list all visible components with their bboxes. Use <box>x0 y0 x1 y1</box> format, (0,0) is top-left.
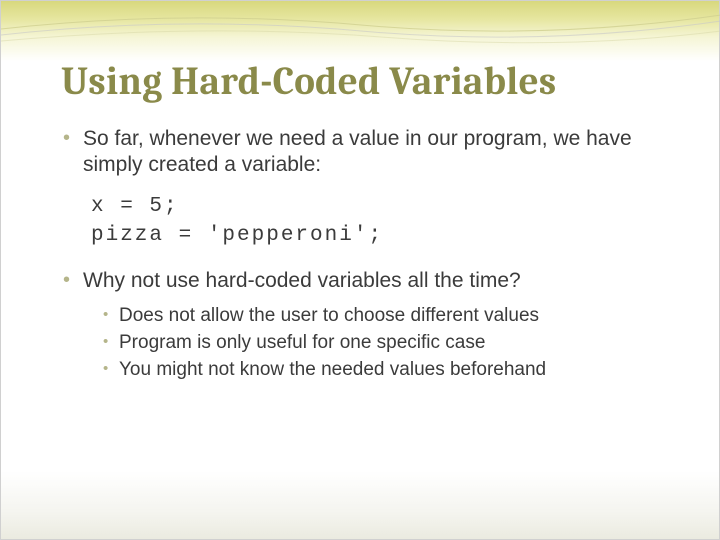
code-line-2: pizza = 'pepperoni'; <box>91 224 383 247</box>
content-area: Using Hard-Coded Variables So far, whene… <box>61 59 669 397</box>
bullet-question: Why not use hard-coded variables all the… <box>61 268 669 381</box>
code-line-1: x = 5; <box>91 195 179 218</box>
bullet-intro: So far, whenever we need a value in our … <box>61 126 669 177</box>
slide: Using Hard-Coded Variables So far, whene… <box>0 0 720 540</box>
slide-body: So far, whenever we need a value in our … <box>61 126 669 381</box>
slide-title: Using Hard-Coded Variables <box>61 59 669 104</box>
bullet-question-text: Why not use hard-coded variables all the… <box>83 269 521 292</box>
sub-bullet-reason: Does not allow the user to choose differ… <box>101 304 669 327</box>
code-example: x = 5; pizza = 'pepperoni'; <box>91 193 669 250</box>
sub-bullet-reason: You might not know the needed values bef… <box>101 358 669 381</box>
sub-bullet-reason: Program is only useful for one specific … <box>101 331 669 354</box>
decorative-swoosh <box>1 1 720 56</box>
